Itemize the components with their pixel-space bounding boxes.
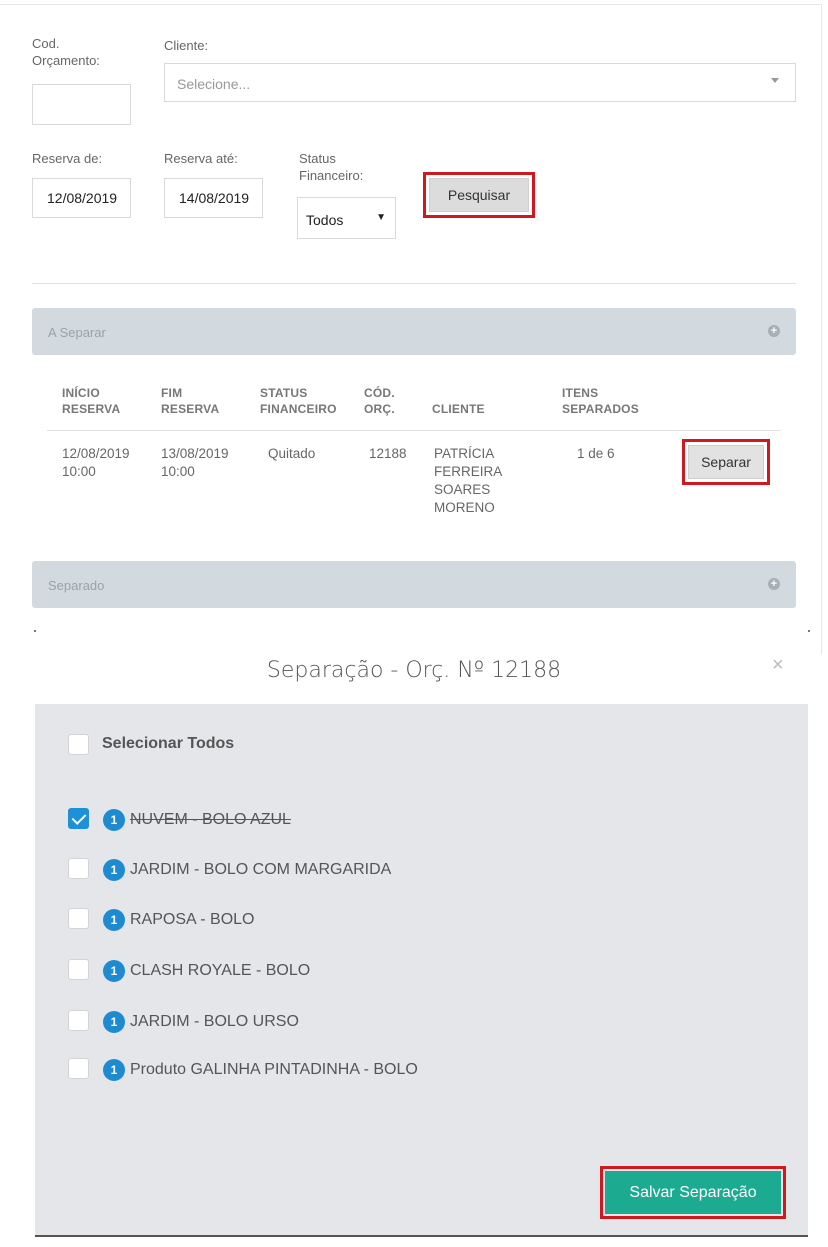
quantity-badge: 1 (103, 859, 125, 881)
cliente-select[interactable]: Selecione... (164, 63, 796, 102)
quantity-badge: 1 (103, 1059, 125, 1081)
status-label-line1: Status (299, 151, 336, 166)
cell-text: 10:00 (161, 464, 195, 479)
header-text: STATUS (260, 386, 308, 400)
header-text: RESERVA (161, 402, 220, 416)
reserva-de-label: Reserva de: (32, 151, 103, 166)
cell-text: 12/08/2019 (62, 446, 130, 461)
item-name: RAPOSA - BOLO (130, 911, 255, 928)
status-financeiro-label: Status Financeiro: (299, 150, 363, 184)
header-inicio-reserva: INÍCIO RESERVA (62, 385, 120, 417)
panel-separado-header[interactable]: Separado + (32, 561, 796, 608)
item-name: NUVEM - BOLO AZUL (130, 811, 291, 828)
salvar-label: Salvar Separação (605, 1171, 781, 1214)
close-icon[interactable]: × (772, 654, 784, 677)
reserva-ate-label: Reserva até: (164, 151, 238, 166)
expand-icon[interactable]: + (768, 578, 780, 590)
header-text: FIM (161, 386, 183, 400)
header-text: FINANCEIRO (260, 402, 337, 416)
separar-button[interactable]: Separar (682, 439, 770, 485)
cell-text: SOARES (434, 482, 491, 497)
caret-down-icon (771, 78, 779, 83)
corner-mark (34, 630, 36, 632)
reserva-de-input[interactable]: 12/08/2019 (32, 178, 131, 218)
cell-text: PATRÍCIA (434, 446, 495, 461)
header-cliente: CLIENTE (432, 402, 485, 416)
item-name: JARDIM - BOLO URSO (130, 1013, 299, 1030)
cell-text: 13/08/2019 (161, 446, 229, 461)
item-checkbox[interactable] (68, 1058, 89, 1079)
header-text: SEPARADOS (562, 402, 639, 416)
item-name: CLASH ROYALE - BOLO (130, 962, 311, 979)
cod-orcamento-label: Cod. Orçamento: (32, 35, 100, 69)
modal-bottom-border (35, 1235, 808, 1237)
status-label-line2: Financeiro: (299, 168, 364, 183)
cell-status: Quitado (268, 446, 316, 461)
panel-separado-title: Separado (48, 578, 105, 593)
reserva-ate-input[interactable]: 14/08/2019 (164, 178, 263, 218)
cell-cliente: PATRÍCIA FERREIRA SOARES MORENO (434, 445, 502, 517)
separar-label: Separar (688, 445, 764, 479)
cell-text: MORENO (434, 500, 495, 515)
cell-text: 10:00 (62, 464, 96, 479)
header-cod-orc: CÓD. ORÇ. (364, 385, 395, 417)
table-row-divider (47, 430, 781, 431)
select-all-checkbox[interactable] (68, 734, 89, 755)
cell-text: FERREIRA (434, 464, 503, 479)
header-text: INÍCIO (62, 386, 100, 400)
item-checkbox[interactable] (68, 1010, 89, 1031)
cod-orcamento-input[interactable] (32, 84, 131, 125)
modal-title: Separação - Orç. Nº 12188 (266, 658, 562, 683)
select-all-label[interactable]: Selecionar Todos (102, 735, 234, 753)
right-border (821, 4, 822, 654)
item-name: JARDIM - BOLO COM MARGARIDA (130, 861, 392, 878)
quantity-badge: 1 (103, 909, 125, 931)
status-financeiro-select[interactable]: Todos ▼ (297, 197, 396, 239)
header-text: RESERVA (62, 402, 121, 416)
header-itens-separados: ITENS SEPARADOS (562, 385, 639, 417)
header-text: CÓD. (364, 386, 395, 400)
corner-mark (808, 630, 810, 632)
cell-itens: 1 de 6 (577, 446, 615, 461)
panel-a-separar-title: A Separar (48, 325, 106, 340)
item-name: Produto GALINHA PINTADINHA - BOLO (130, 1061, 418, 1078)
item-checkbox[interactable] (68, 858, 89, 879)
cliente-label: Cliente: (164, 38, 209, 53)
salvar-separacao-button[interactable]: Salvar Separação (600, 1166, 786, 1219)
quantity-badge: 1 (103, 960, 125, 982)
item-checkbox[interactable] (68, 908, 89, 929)
status-value: Todos (306, 212, 344, 228)
header-text: ORÇ. (364, 402, 395, 416)
header-text: ITENS (562, 386, 599, 400)
top-border (0, 4, 822, 5)
pesquisar-label: Pesquisar (429, 178, 529, 212)
cliente-placeholder: Selecione... (177, 76, 251, 92)
panel-a-separar-header[interactable]: A Separar + (32, 308, 796, 355)
quantity-badge: 1 (103, 1011, 125, 1033)
quantity-badge: 1 (103, 809, 125, 831)
expand-icon[interactable]: + (768, 325, 780, 337)
item-checkbox[interactable] (68, 959, 89, 980)
header-status-financeiro: STATUS FINANCEIRO (260, 385, 337, 417)
cell-fim-reserva: 13/08/2019 10:00 (161, 445, 229, 481)
item-checkbox[interactable] (68, 808, 89, 829)
pesquisar-button[interactable]: Pesquisar (423, 172, 535, 218)
cod-label-line2: Orçamento: (32, 53, 100, 68)
cell-cod: 12188 (369, 446, 407, 461)
cell-inicio-reserva: 12/08/2019 10:00 (62, 445, 130, 481)
dropdown-arrow-icon: ▼ (376, 212, 386, 223)
cod-label-line1: Cod. (32, 36, 60, 51)
section-divider (32, 283, 796, 284)
header-fim-reserva: FIM RESERVA (161, 385, 219, 417)
